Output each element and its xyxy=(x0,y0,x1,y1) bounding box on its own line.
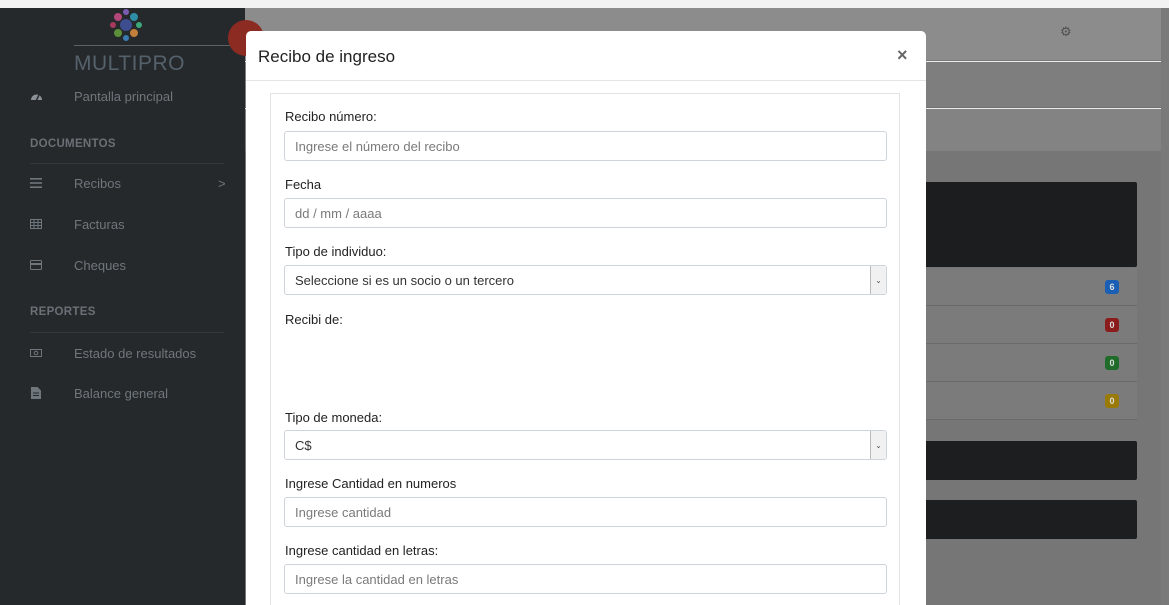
file-icon xyxy=(29,386,43,400)
list-item[interactable]: 0 xyxy=(920,306,1137,344)
date-input[interactable] xyxy=(295,199,886,227)
sidebar-item-label: Cheques xyxy=(74,257,127,273)
credit-card-icon xyxy=(29,258,43,272)
sidebar-item-cheques[interactable]: Cheques xyxy=(0,246,245,284)
currency-label: Tipo de moneda: xyxy=(285,410,383,425)
section-heading: REPORTES xyxy=(30,306,96,318)
chevron-down-icon[interactable]: ⌄ xyxy=(870,431,886,459)
amount-letters-label: Ingrese cantidad en letras: xyxy=(285,543,439,558)
gear-icon[interactable]: ⚙ xyxy=(1060,24,1072,39)
sidebar-item-balance-general[interactable]: Balance general xyxy=(0,374,245,412)
receipt-number-input[interactable] xyxy=(295,132,886,160)
close-icon[interactable]: × xyxy=(897,45,908,66)
brand: MULTIPRO xyxy=(0,8,245,86)
logo-icon xyxy=(110,9,142,41)
section-heading: DOCUMENTOS xyxy=(30,138,116,150)
sidebar-item-label: Pantalla principal xyxy=(74,88,174,104)
count-badge: 6 xyxy=(1105,280,1119,294)
sidebar-item-label: Facturas xyxy=(74,216,125,232)
dashboard-icon xyxy=(29,89,43,103)
sidebar-item-home[interactable]: Pantalla principal xyxy=(0,77,245,115)
list-item[interactable]: 0 xyxy=(920,344,1137,382)
receipt-number-field[interactable] xyxy=(284,131,887,161)
chevron-down-icon[interactable]: ⌄ xyxy=(870,266,886,294)
individual-type-select[interactable]: Seleccione si es un socio o un tercero ⌄ xyxy=(284,265,887,295)
list-icon xyxy=(29,176,43,190)
page-scrollbar[interactable] xyxy=(1161,8,1169,605)
amount-numbers-field[interactable] xyxy=(284,497,887,527)
dark-panel xyxy=(920,441,1137,480)
amount-numbers-label: Ingrese Cantidad en numeros xyxy=(285,476,457,491)
sidebar: MULTIPRO Pantalla principal DOCUMENTOS R… xyxy=(0,8,245,605)
receipt-modal: Recibo de ingreso × Recibo número: Fecha… xyxy=(246,31,926,605)
count-badge: 0 xyxy=(1105,356,1119,370)
section-divider xyxy=(30,332,224,333)
sidebar-item-facturas[interactable]: Facturas xyxy=(0,205,245,243)
amount-letters-field[interactable] xyxy=(284,564,887,594)
count-badge: 0 xyxy=(1105,394,1119,408)
modal-title: Recibo de ingreso xyxy=(258,47,396,66)
date-label: Fecha xyxy=(285,177,322,192)
chevron-right-icon: > xyxy=(218,175,226,191)
table-icon xyxy=(29,217,43,231)
amount-numbers-input[interactable] xyxy=(295,498,886,526)
currency-value: C$ xyxy=(295,437,312,453)
individual-type-value: Seleccione si es un socio o un tercero xyxy=(295,272,514,288)
summary-card xyxy=(920,182,1137,267)
sidebar-item-label: Balance general xyxy=(74,385,168,401)
list-item[interactable]: 0 xyxy=(920,382,1137,420)
received-from-label: Recibi de: xyxy=(285,312,343,327)
brand-divider xyxy=(74,45,238,46)
individual-type-label: Tipo de individuo: xyxy=(285,244,387,259)
money-icon xyxy=(29,346,43,360)
modal-header: Recibo de ingreso × xyxy=(246,31,926,81)
brand-name: MULTIPRO xyxy=(74,52,185,75)
dark-panel xyxy=(920,500,1137,539)
list-item[interactable]: 6 xyxy=(920,268,1137,306)
sidebar-item-estado-resultados[interactable]: Estado de resultados xyxy=(0,334,245,372)
window-top-strip xyxy=(0,0,1169,8)
date-field[interactable] xyxy=(284,198,887,228)
amount-letters-input[interactable] xyxy=(295,565,886,593)
receipt-form: Recibo número: Fecha Tipo de individuo: … xyxy=(270,93,900,605)
sidebar-item-label: Estado de resultados xyxy=(74,345,197,361)
count-badge: 0 xyxy=(1105,318,1119,332)
sidebar-item-recibos[interactable]: Recibos > xyxy=(0,164,245,202)
receipt-number-label: Recibo número: xyxy=(285,109,377,124)
currency-select[interactable]: C$ ⌄ xyxy=(284,430,887,460)
sidebar-item-label: Recibos xyxy=(74,175,121,191)
